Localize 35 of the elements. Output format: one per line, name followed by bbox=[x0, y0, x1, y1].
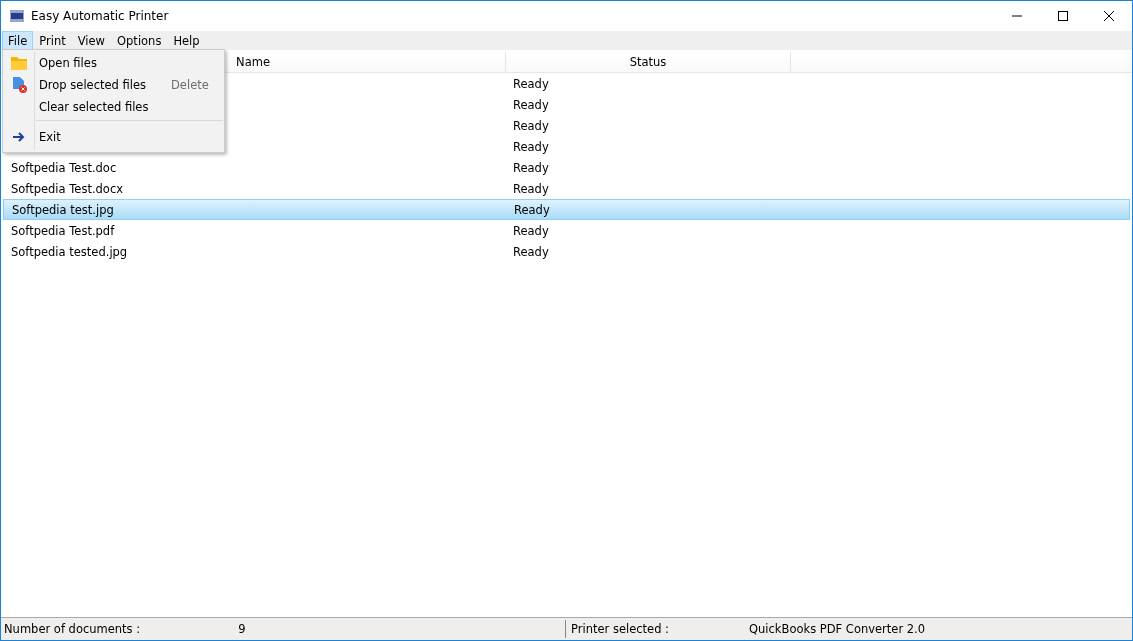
file-name: Softpedia Test.docx bbox=[11, 181, 124, 196]
status-text: Ready bbox=[513, 118, 549, 133]
menu-entry[interactable]: Open files bbox=[3, 52, 224, 74]
menu-entry[interactable]: Exit bbox=[3, 124, 224, 150]
documents-label: Number of documents : bbox=[4, 622, 141, 636]
status-text: Ready bbox=[513, 97, 549, 112]
menu-entry[interactable]: Clear selected files bbox=[3, 96, 224, 118]
file-name: Softpedia tested.jpg bbox=[11, 244, 128, 259]
status-text: Ready bbox=[513, 160, 549, 175]
menu-item[interactable]: View bbox=[71, 31, 111, 50]
file-name: Softpedia test.jpg bbox=[12, 202, 114, 217]
file-name: Softpedia Test.pdf bbox=[11, 223, 115, 238]
status-text: Ready bbox=[514, 202, 550, 217]
menu-item[interactable]: Options bbox=[111, 31, 168, 50]
status-text: Ready bbox=[513, 244, 549, 259]
printer-label: Printer selected : bbox=[571, 622, 669, 636]
file-name: Softpedia Test.doc bbox=[11, 160, 117, 175]
menu-item[interactable]: Print bbox=[33, 31, 72, 50]
app-logo-icon bbox=[9, 8, 25, 24]
printer-value: QuickBooks PDF Converter 2.0 bbox=[749, 622, 926, 636]
status-text: Ready bbox=[513, 223, 549, 238]
status-text: Ready bbox=[513, 139, 549, 154]
maximize-icon bbox=[1058, 11, 1068, 21]
selected-row[interactable]: Softpedia test.jpg Ready bbox=[3, 199, 1130, 220]
close-icon bbox=[1104, 11, 1114, 21]
menu-entry[interactable]: Drop selected files Delete bbox=[3, 74, 224, 96]
status-text: Ready bbox=[513, 181, 549, 196]
arrow-icon bbox=[11, 131, 26, 143]
file-remove-icon bbox=[10, 77, 27, 93]
column-header[interactable]: Status bbox=[506, 52, 791, 72]
documents-count: 9 bbox=[238, 622, 246, 636]
menu-item[interactable]: Help bbox=[167, 31, 206, 50]
folder-icon bbox=[10, 56, 27, 70]
status-text: Ready bbox=[513, 76, 549, 91]
window-title: Easy Automatic Printer bbox=[31, 9, 169, 23]
